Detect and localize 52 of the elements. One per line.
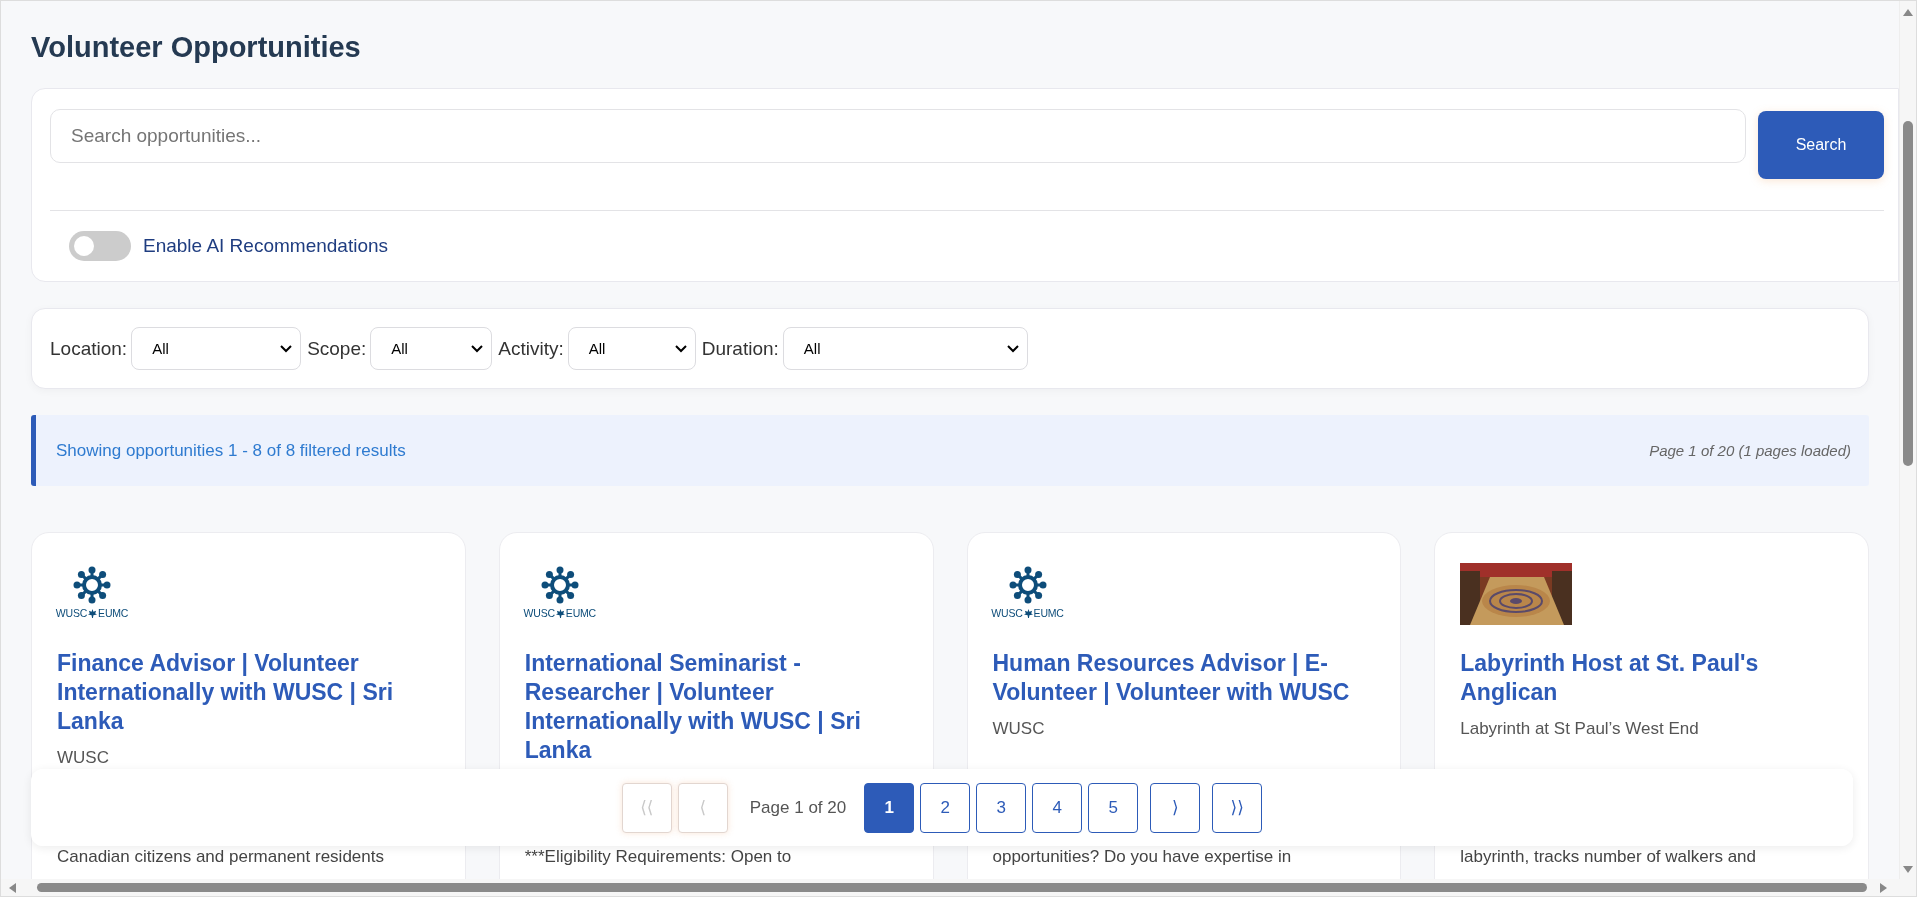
opportunity-title[interactable]: Finance Advisor | Volunteer Internationally with WUSC | Sri Lanka [57,649,440,736]
maple-leaf-icon [88,608,98,618]
next-page-button[interactable]: ⟩ [1150,782,1201,833]
opportunity-description: opportunities? Do you have expertise in [992,847,1292,866]
logo-text: WUSC EUMC [991,607,1064,619]
chevron-down-icon [471,344,484,353]
opportunity-title[interactable]: Labyrinth Host at St. Paul's Anglican [1460,649,1843,707]
results-summary: Showing opportunities 1 - 8 of 8 filtered results [56,440,406,461]
maple-leaf-icon [555,608,565,618]
page-title: Volunteer Opportunities [31,31,362,64]
filter-dropdown[interactable]: All [370,327,493,370]
horizontal-scrollbar[interactable] [1,879,1899,896]
filter-dropdown[interactable]: All [567,327,696,370]
scroll-up-icon[interactable] [1903,9,1913,16]
chevron-down-icon [1006,344,1019,353]
opportunity-title[interactable]: Human Resources Advisor | E-Volunteer | Volunteer with WUSC [992,649,1376,707]
search-button[interactable]: Search [1758,111,1884,179]
organization-name: WUSC [992,719,1046,739]
search-field[interactable]: Search opportunities... [50,109,1746,163]
toggle-label: Enable AI Recommendations [143,235,389,257]
filter-dropdown[interactable]: All [131,327,302,370]
filter-label: Duration: [701,337,779,360]
scrollbar-thumb[interactable] [37,883,1867,892]
scroll-left-icon[interactable] [9,883,16,893]
filter-dropdown[interactable]: All [782,327,1028,370]
toggle-switch[interactable] [69,231,131,261]
last-page-button[interactable]: ⟩⟩ [1212,782,1263,833]
scrollbar-thumb[interactable] [1903,121,1913,466]
vertical-scrollbar[interactable] [1899,1,1916,879]
chevron-down-icon [280,344,293,353]
organization-name: WUSC [57,748,110,768]
page-number-button[interactable]: 2 [920,782,971,833]
filter-label: Scope: [307,337,367,360]
filter-label: Activity: [498,337,564,360]
opportunity-description: labyrinth, tracks number of walkers and [1460,847,1756,866]
page-number-button[interactable]: 4 [1032,782,1083,833]
pagination-status: Page 1 of 20 [749,797,847,818]
opportunity-title[interactable]: International Seminarist - Researcher | Volunteer Internationally with WUSC | Sri Lanka [524,649,908,765]
page-number-button[interactable]: 5 [1088,782,1139,833]
logo-text: WUSC EUMC [523,607,596,619]
chevron-down-icon [674,344,687,353]
page-number-button[interactable]: 3 [976,782,1027,833]
logo-text: WUSC EUMC [55,607,129,619]
opportunity-description: Canadian citizens and permanent residents [57,847,384,866]
scroll-right-icon[interactable] [1880,883,1887,893]
scroll-down-icon[interactable] [1903,866,1913,873]
page-number-button[interactable]: 1 [864,782,915,833]
filter-label: Location: [50,337,128,360]
maple-leaf-icon [1023,608,1033,618]
opportunity-description: ***Eligibility Requirements: Open to [524,847,792,866]
organization-name: Labyrinth at St Paul’s West End [1460,719,1700,739]
page-info: Page 1 of 20 (1 pages loaded) [1649,442,1851,459]
